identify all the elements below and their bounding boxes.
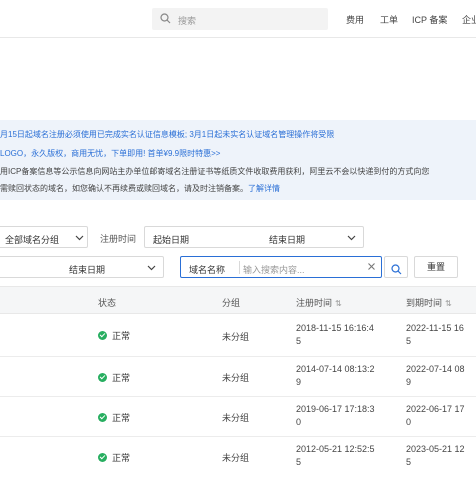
- chevron-down-icon: [147, 263, 156, 274]
- top-bar: 搜索 费用 工单 ICP 备案 企业: [0, 0, 476, 38]
- reg-time-line1: 2019-06-17 17:18:3: [296, 404, 375, 414]
- expire-time-cell: 2022-07-14 08 9: [406, 363, 465, 389]
- end-date-2: 结束日期: [69, 265, 106, 275]
- search-field-group[interactable]: 域名名称 输入搜索内容...: [180, 256, 382, 278]
- search-button[interactable]: [384, 256, 408, 278]
- status-cell: 正常: [98, 451, 130, 464]
- header-expire-time[interactable]: 到期时间 ⇅: [406, 296, 452, 309]
- reg-time-line1: 2012-05-21 12:52:5: [296, 444, 375, 454]
- status-text: 正常: [112, 331, 131, 341]
- notice-line-1[interactable]: 月15日起域名注册必须使用已完成实名认证信息模板; 3月1日起未实名认证域名管理…: [0, 129, 334, 140]
- chevron-down-icon: [347, 233, 356, 244]
- search-input[interactable]: 输入搜索内容...: [243, 263, 305, 276]
- status-text: 正常: [112, 453, 131, 463]
- check-circle-icon: [98, 413, 107, 422]
- status-cell: 正常: [98, 371, 130, 384]
- sort-icon[interactable]: ⇅: [445, 299, 452, 308]
- table-header: 状态 分组 注册时间 ⇅ 到期时间 ⇅: [0, 286, 476, 314]
- chevron-down-icon: [75, 233, 84, 244]
- learn-more-link[interactable]: 了解详情: [248, 184, 280, 193]
- table-row: 正常 未分组 2014-07-14 08:13:2 9 2022-07-14 08…: [0, 357, 476, 397]
- notice-line-4-text: 需赎回状态的域名，如您确认不再续费或赎回域名，请及时注销备案。: [0, 184, 248, 193]
- expire-time-line2: 9: [406, 377, 412, 387]
- date-range-picker[interactable]: 起始日期 结束日期: [144, 226, 364, 248]
- reg-time-line2: 5: [296, 336, 302, 346]
- reg-time-line1: 2014-07-14 08:13:2: [296, 364, 375, 374]
- expire-time-line1: 2022-06-17 17: [406, 404, 465, 414]
- search-icon: [160, 13, 171, 26]
- reset-button[interactable]: 重置: [414, 256, 458, 278]
- reg-time-line2: 9: [296, 377, 302, 387]
- group-cell: 未分组: [222, 453, 250, 463]
- clear-icon[interactable]: [367, 262, 376, 273]
- header-expire-time-label: 到期时间: [406, 298, 443, 308]
- status-cell: 正常: [98, 411, 130, 424]
- end-date[interactable]: 结束日期: [269, 233, 305, 246]
- status-text: 正常: [112, 413, 131, 423]
- end-date-select[interactable]: 结束日期: [0, 256, 164, 278]
- nav-enterprise[interactable]: 企业: [462, 13, 476, 26]
- divider: [239, 261, 240, 274]
- nav-billing[interactable]: 费用: [346, 13, 364, 26]
- header-reg-time[interactable]: 注册时间 ⇅: [296, 296, 342, 309]
- group-cell: 未分组: [222, 413, 250, 423]
- search-icon: [391, 262, 402, 282]
- reg-time-line2: 5: [296, 457, 302, 467]
- reg-time-label: 注册时间: [100, 234, 137, 244]
- expire-time-line2: 0: [406, 417, 412, 427]
- notice-line-2[interactable]: LOGO，永久版权，商用无忧，下单即用! 首单¥9.9限时特惠>>: [0, 148, 220, 159]
- expire-time-line1: 2023-05-21 12: [406, 444, 465, 454]
- reg-time-line1: 2018-11-15 16:16:4: [296, 323, 374, 333]
- check-circle-icon: [98, 373, 107, 382]
- global-search[interactable]: 搜索: [152, 8, 328, 30]
- expire-time-cell: 2023-05-21 12 5: [406, 443, 465, 469]
- sort-icon[interactable]: ⇅: [335, 299, 342, 308]
- check-circle-icon: [98, 453, 107, 462]
- status-text: 正常: [112, 373, 131, 383]
- group-cell: 未分组: [222, 332, 250, 342]
- notice-line-3: 用ICP备案信息等公示信息向网站主办单位邮寄域名注册证书等纸质文件收取费用获利，…: [0, 167, 430, 176]
- check-circle-icon: [98, 331, 107, 340]
- header-reg-time-label: 注册时间: [296, 298, 333, 308]
- group-select-value: 全部域名分组: [5, 235, 60, 245]
- field-select-value[interactable]: 域名名称: [189, 263, 225, 276]
- expire-time-line1: 2022-07-14 08: [406, 364, 465, 374]
- expire-time-line2: 5: [406, 457, 412, 467]
- notice-panel: 月15日起域名注册必须使用已完成实名认证信息模板; 3月1日起未实名认证域名管理…: [0, 120, 476, 200]
- header-group: 分组: [222, 298, 241, 308]
- reg-time-line2: 0: [296, 417, 302, 427]
- reg-time-cell: 2018-11-15 16:16:4 5: [296, 322, 374, 348]
- reg-time-cell: 2012-05-21 12:52:5 5: [296, 443, 375, 469]
- nav-tickets[interactable]: 工单: [380, 13, 398, 26]
- expire-time-cell: 2022-06-17 17 0: [406, 403, 465, 429]
- group-select[interactable]: 全部域名分组: [0, 226, 88, 248]
- start-date[interactable]: 起始日期: [153, 233, 189, 246]
- status-cell: 正常: [98, 329, 130, 342]
- table-row: 正常 未分组 2018-11-15 16:16:4 5 2022-11-15 16…: [0, 315, 476, 357]
- expire-time-line1: 2022-11-15 16: [406, 323, 464, 333]
- nav-icp[interactable]: ICP 备案: [412, 13, 447, 26]
- search-placeholder: 搜索: [178, 16, 197, 26]
- expire-time-cell: 2022-11-15 16 5: [406, 322, 464, 348]
- header-status: 状态: [98, 298, 117, 308]
- table-row: 正常 未分组 2012-05-21 12:52:5 5 2023-05-21 12…: [0, 437, 476, 477]
- reg-time-cell: 2014-07-14 08:13:2 9: [296, 363, 375, 389]
- reg-time-cell: 2019-06-17 17:18:3 0: [296, 403, 375, 429]
- notice-line-4: 需赎回状态的域名，如您确认不再续费或赎回域名，请及时注销备案。了解详情: [0, 183, 280, 194]
- group-cell: 未分组: [222, 373, 250, 383]
- expire-time-line2: 5: [406, 336, 412, 346]
- table-row: 正常 未分组 2019-06-17 17:18:3 0 2022-06-17 17…: [0, 397, 476, 437]
